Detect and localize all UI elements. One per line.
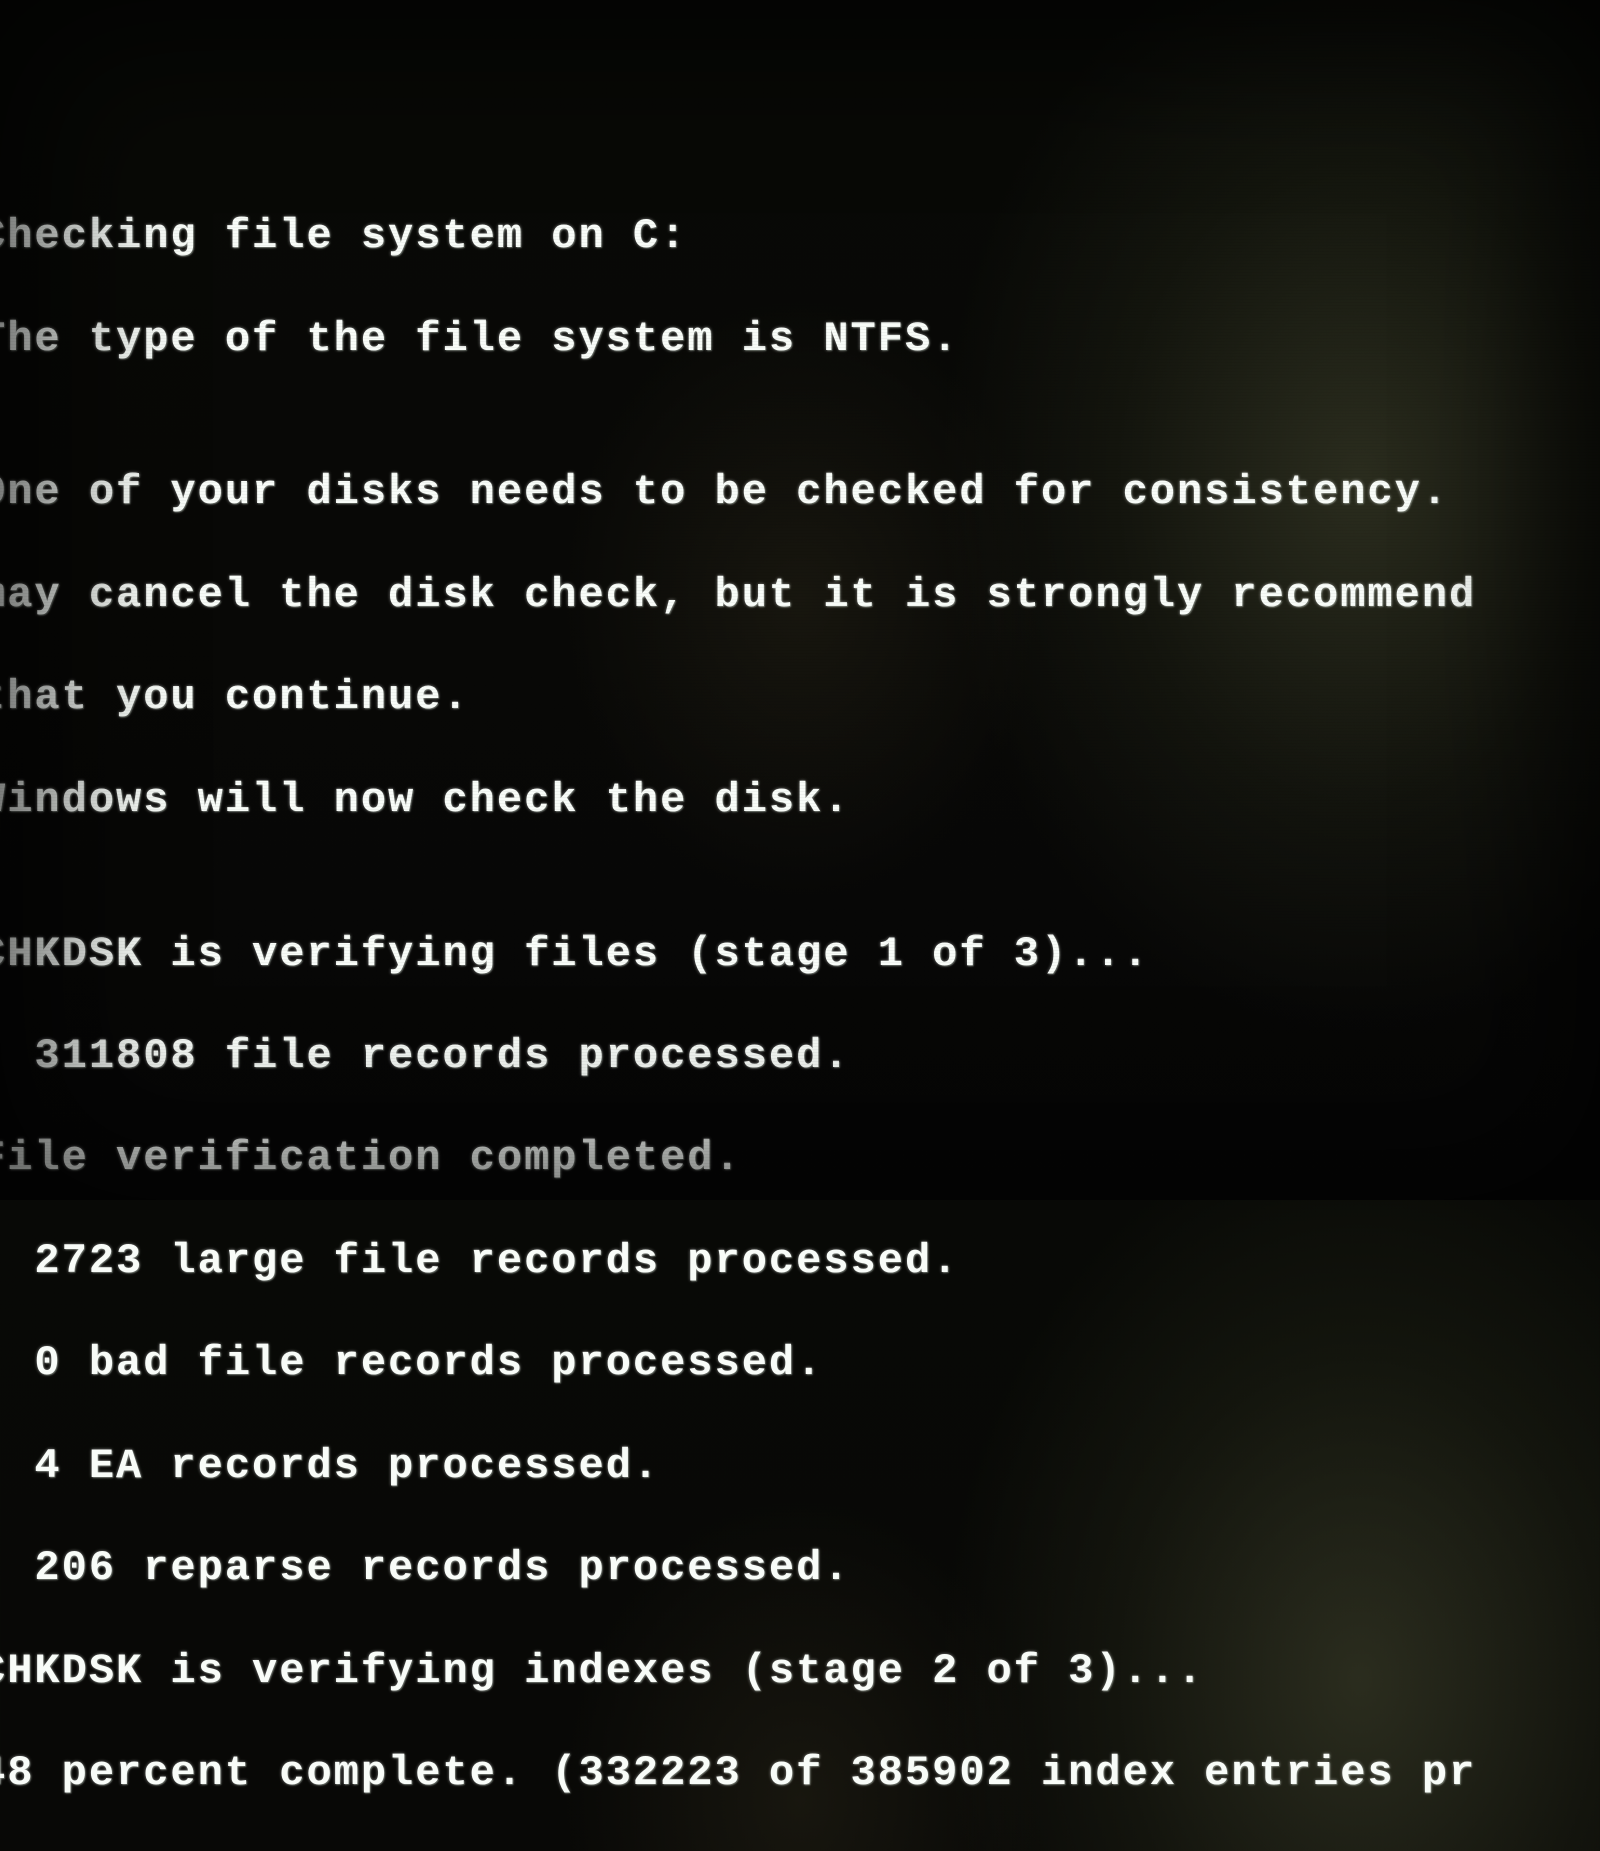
console-line-stage2: CHKDSK is verifying indexes (stage 2 of … [0, 1646, 1600, 1697]
console-line: may cancel the disk check, but it is str… [0, 570, 1600, 621]
console-line-progress: 48 percent complete. (332223 of 385902 i… [0, 1748, 1600, 1799]
console-line: that you continue. [0, 672, 1600, 723]
console-line: 311808 file records processed. [0, 1031, 1600, 1082]
console-line: 0 bad file records processed. [0, 1338, 1600, 1389]
console-line: One of your disks needs to be checked fo… [0, 467, 1600, 518]
console-line: Windows will now check the disk. [0, 775, 1600, 826]
console-line: 206 reparse records processed. [0, 1543, 1600, 1594]
console-line: File verification completed. [0, 1133, 1600, 1184]
console-line: Checking file system on C: [0, 211, 1600, 262]
console-line: The type of the file system is NTFS. [0, 314, 1600, 365]
console-line: 2723 large file records processed. [0, 1236, 1600, 1287]
chkdsk-console: Checking file system on C: The type of t… [0, 160, 1600, 1851]
console-line: 4 EA records processed. [0, 1441, 1600, 1492]
console-line-stage1: CHKDSK is verifying files (stage 1 of 3)… [0, 929, 1600, 980]
